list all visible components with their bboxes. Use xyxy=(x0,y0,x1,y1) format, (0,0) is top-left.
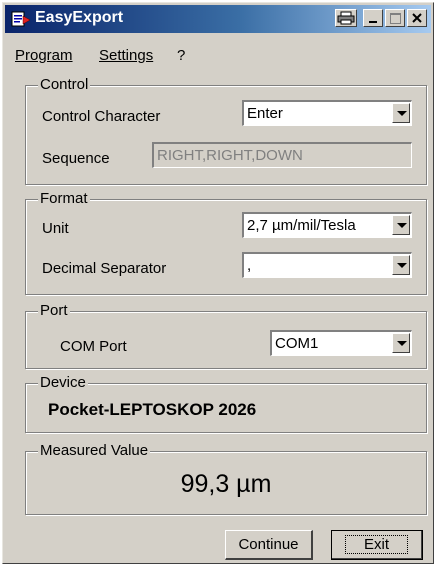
menu-settings[interactable]: Settings xyxy=(99,47,153,64)
printer-icon xyxy=(337,11,355,25)
device-group: Device Pocket-LEPTOSKOP 2026 xyxy=(25,374,427,433)
com-port-value: COM1 xyxy=(275,335,319,352)
measured-value-group-title: Measured Value xyxy=(38,442,151,460)
unit-label: Unit xyxy=(42,220,69,237)
control-character-select[interactable]: Enter xyxy=(242,100,412,126)
menu-bar: Program Settings ? xyxy=(5,43,431,67)
title-bar[interactable]: EasyExport xyxy=(5,5,431,33)
port-group-title: Port xyxy=(38,302,70,320)
com-port-select[interactable]: COM1 xyxy=(270,330,412,356)
device-group-title: Device xyxy=(38,374,88,392)
exit-button[interactable]: Exit xyxy=(331,530,423,560)
com-port-label: COM Port xyxy=(60,338,127,355)
chevron-down-icon[interactable] xyxy=(392,215,410,235)
control-group: Control Control Character Enter Sequence… xyxy=(25,76,427,185)
close-icon xyxy=(412,13,422,23)
chevron-down-icon[interactable] xyxy=(392,255,410,275)
exit-label: Exit xyxy=(344,535,408,554)
menu-help[interactable]: ? xyxy=(177,47,185,64)
sequence-field[interactable]: RIGHT,RIGHT,DOWN xyxy=(152,142,412,168)
measured-value-group: Measured Value 99,3 µm xyxy=(25,442,427,515)
measured-value: 99,3 µm xyxy=(180,470,272,498)
minimize-button[interactable] xyxy=(363,9,383,27)
easyexport-window: EasyExport Program Settings ? Control Co… xyxy=(2,2,434,564)
format-group-title: Format xyxy=(38,190,90,208)
sequence-label: Sequence xyxy=(42,150,110,167)
format-group: Format Unit 2,7 µm/mil/Tesla Decimal Sep… xyxy=(25,190,427,295)
chevron-down-icon[interactable] xyxy=(392,103,410,123)
device-name: Pocket-LEPTOSKOP 2026 xyxy=(48,400,257,419)
unit-select[interactable]: 2,7 µm/mil/Tesla xyxy=(242,212,412,238)
port-group: Port COM Port COM1 xyxy=(25,302,427,369)
app-icon xyxy=(11,11,31,27)
control-group-title: Control xyxy=(38,76,91,94)
menu-program[interactable]: Program xyxy=(15,47,73,64)
continue-button[interactable]: Continue xyxy=(225,530,313,560)
print-button[interactable] xyxy=(335,9,357,27)
maximize-button[interactable] xyxy=(385,9,405,27)
chevron-down-icon[interactable] xyxy=(392,333,410,353)
decimal-separator-value: , xyxy=(247,257,252,274)
sequence-value: RIGHT,RIGHT,DOWN xyxy=(157,147,303,164)
decimal-separator-select[interactable]: , xyxy=(242,252,412,278)
window-title: EasyExport xyxy=(35,9,124,26)
maximize-icon xyxy=(390,13,401,24)
unit-value: 2,7 µm/mil/Tesla xyxy=(247,217,356,234)
minimize-icon xyxy=(369,21,377,23)
close-button[interactable] xyxy=(407,9,427,27)
control-character-label: Control Character xyxy=(42,108,161,125)
decimal-separator-label: Decimal Separator xyxy=(42,260,167,277)
control-character-value: Enter xyxy=(247,105,283,122)
